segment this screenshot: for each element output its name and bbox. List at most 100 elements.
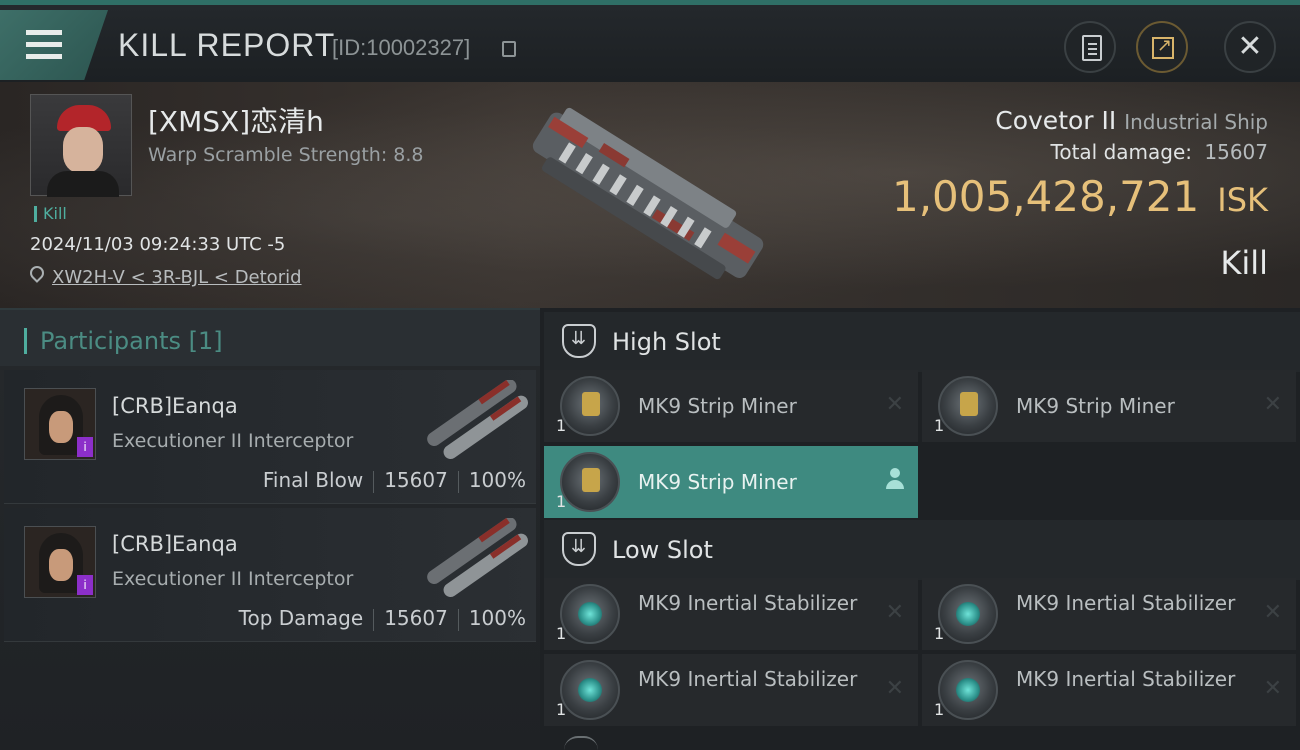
cross-icon: ✕: [885, 392, 904, 417]
participant-percent: 100%: [468, 606, 526, 630]
participant-ship: Executioner II Interceptor: [112, 568, 354, 590]
module-name: MK9 Inertial Stabilizer: [1016, 667, 1236, 691]
module-name: MK9 Inertial Stabilizer: [1016, 591, 1236, 615]
module-quantity: 1: [934, 416, 945, 435]
divider: [457, 608, 459, 631]
participants-header: Participants [1]: [0, 308, 540, 366]
victim-name: [XMSX]恋清h: [148, 105, 324, 138]
top-bar: KILL REPORT [ID:10002327] ✕: [0, 0, 1300, 82]
kill-tag: Kill: [34, 206, 67, 222]
participant-percent: 100%: [468, 468, 526, 492]
participant-ship: Executioner II Interceptor: [112, 430, 354, 452]
cross-icon: ✕: [1263, 392, 1282, 417]
divider: [373, 470, 375, 493]
isk-unit: ISK: [1217, 181, 1268, 219]
slot-shield-icon: [562, 532, 596, 566]
cross-icon: ✕: [1263, 600, 1282, 625]
avatar-jacket: [47, 171, 119, 197]
cross-icon: ✕: [885, 676, 904, 701]
clipboard-icon: [1082, 35, 1102, 61]
slot-shield-icon: [562, 324, 596, 358]
participant-damage: 15607: [384, 606, 448, 630]
person-icon: [886, 468, 904, 490]
inertial-stabilizer-icon: [560, 660, 620, 720]
participant-name: [CRB]Eanqa: [112, 394, 238, 418]
module-name: MK9 Inertial Stabilizer: [638, 667, 858, 691]
avatar-face: [49, 411, 73, 443]
close-icon: ✕: [1237, 29, 1263, 64]
report-id: [ID:10002327]: [332, 35, 471, 60]
participant-ship-image: [427, 518, 528, 597]
share-icon: [1152, 35, 1174, 59]
participant-avatar[interactable]: i: [24, 388, 96, 460]
module-quantity: 1: [556, 492, 567, 511]
hamburger-icon-line: [26, 42, 62, 47]
pilot-badge-icon: i: [77, 437, 93, 457]
participants-panel: Participants [1] i [CRB]Eanqa Executione…: [0, 308, 540, 750]
module-name: MK9 Inertial Stabilizer: [638, 591, 858, 615]
ship-name: Covetor II Industrial Ship: [995, 106, 1268, 135]
participant-row[interactable]: i [CRB]Eanqa Executioner II Interceptor …: [4, 508, 536, 642]
victim-ship-image: [532, 107, 764, 280]
low-slot-title: Low Slot: [612, 536, 713, 564]
participant-row[interactable]: i [CRB]Eanqa Executioner II Interceptor …: [4, 370, 536, 504]
strip-miner-icon: [560, 376, 620, 436]
total-damage: Total damage: 15607: [1051, 140, 1268, 164]
pilot-badge-icon: i: [77, 575, 93, 595]
high-slot-header: High Slot: [544, 312, 1300, 372]
close-button[interactable]: ✕: [1224, 21, 1276, 73]
menu-button[interactable]: [0, 10, 108, 80]
module-item[interactable]: 1 MK9 Inertial Stabilizer ✕: [922, 578, 1296, 650]
module-quantity: 1: [556, 624, 567, 643]
page-title: KILL REPORT: [118, 27, 336, 63]
participant-avatar[interactable]: i: [24, 526, 96, 598]
module-item-selected[interactable]: 1 MK9 Strip Miner: [544, 446, 918, 518]
victim-avatar[interactable]: [30, 94, 132, 197]
high-slot-title: High Slot: [612, 328, 721, 356]
module-item[interactable]: 1 MK9 Inertial Stabilizer ✕: [544, 578, 918, 650]
location-link[interactable]: XW2H-V < 3R-BJL < Detorid: [52, 267, 302, 288]
warp-scramble-strength: Warp Scramble Strength: 8.8: [148, 144, 424, 166]
header-accent: [24, 328, 27, 354]
hamburger-icon: [26, 30, 62, 35]
cross-icon: ✕: [1263, 676, 1282, 701]
isk-value: 1,005,428,721: [891, 172, 1200, 221]
map-pin-icon: [27, 263, 47, 283]
participant-name: [CRB]Eanqa: [112, 532, 238, 556]
kill-summary: [XMSX]恋清h Warp Scramble Strength: 8.8 Ki…: [0, 82, 1300, 308]
module-quantity: 1: [934, 700, 945, 719]
module-item[interactable]: 1 MK9 Inertial Stabilizer ✕: [544, 654, 918, 726]
cross-icon: ✕: [885, 600, 904, 625]
module-item[interactable]: 1 MK9 Strip Miner ✕: [922, 370, 1296, 442]
total-damage-value: 15607: [1204, 140, 1268, 164]
copy-icon[interactable]: [502, 41, 516, 57]
participant-stats: Final Blow 15607 100%: [263, 468, 526, 493]
module-quantity: 1: [556, 700, 567, 719]
hamburger-icon-line: [26, 54, 62, 59]
strip-miner-icon: [560, 452, 620, 512]
inertial-stabilizer-icon: [938, 660, 998, 720]
fitting-panel: High Slot 1 MK9 Strip Miner ✕ 1 MK9 Stri…: [540, 308, 1300, 750]
module-name: MK9 Strip Miner: [638, 394, 797, 418]
participant-role: Top Damage: [238, 606, 364, 630]
avatar-face: [63, 127, 103, 173]
module-name: MK9 Strip Miner: [1016, 394, 1175, 418]
inertial-stabilizer-icon: [560, 584, 620, 644]
total-damage-label: Total damage:: [1050, 140, 1193, 164]
participant-role: Final Blow: [262, 468, 364, 492]
ship-class: Industrial Ship: [1124, 110, 1268, 134]
inertial-stabilizer-icon: [938, 584, 998, 644]
module-item[interactable]: 1 MK9 Inertial Stabilizer ✕: [922, 654, 1296, 726]
module-item[interactable]: 1 MK9 Strip Miner ✕: [544, 370, 918, 442]
module-name: MK9 Strip Miner: [638, 470, 797, 494]
share-button[interactable]: [1136, 21, 1188, 73]
clipboard-button[interactable]: [1064, 21, 1116, 73]
participant-damage: 15607: [384, 468, 448, 492]
strip-miner-icon: [938, 376, 998, 436]
divider: [457, 470, 459, 493]
divider: [373, 608, 375, 631]
kill-timestamp: 2024/11/03 09:24:33 UTC -5: [30, 234, 286, 255]
avatar-face: [49, 549, 73, 581]
next-slot-icon: [564, 736, 598, 750]
module-quantity: 1: [556, 416, 567, 435]
